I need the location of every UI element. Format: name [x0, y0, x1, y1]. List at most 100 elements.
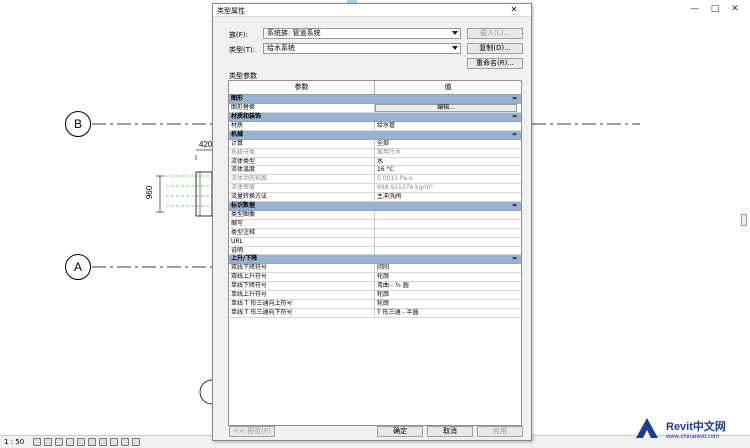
category-header[interactable]: 上升/下降 ≈: [229, 255, 521, 265]
category-header[interactable]: 机械 ≈: [229, 130, 521, 140]
parameter-value[interactable]: T 形三通 - 半圆: [375, 309, 521, 317]
parameter-name: 双线上升符号: [229, 273, 375, 282]
dialog-title-bar[interactable]: 类型属性 ✕: [213, 4, 531, 17]
analytical-model-icon[interactable]: [121, 438, 130, 446]
parameter-row[interactable]: 双线下降符号 阴阳: [229, 264, 521, 274]
parameter-row[interactable]: 单线 T 形三通向上符号 轮廓: [229, 300, 521, 309]
collapse-icon[interactable]: ≈: [512, 95, 517, 102]
collapse-icon[interactable]: ≈: [512, 255, 517, 262]
parameter-row[interactable]: 单线上升符号 轮廓: [229, 291, 521, 301]
detail-level-icon[interactable]: [33, 438, 42, 446]
parameter-value-text: 998.911376 kg/m³: [377, 184, 433, 192]
parameter-name: 流体类型: [229, 157, 375, 166]
parameter-value[interactable]: [375, 229, 521, 237]
minimize-button[interactable]: —: [688, 4, 702, 14]
apply-button[interactable]: 应用: [477, 426, 523, 437]
parameter-value-text: T 形三通 - 半圆: [377, 308, 419, 316]
parameter-value[interactable]: 轮廓: [375, 300, 521, 308]
load-button[interactable]: 载入(L)...: [467, 28, 523, 39]
parameter-name: 单线 T 形三通向上符号: [229, 300, 375, 308]
parameter-value[interactable]: 轮廓: [375, 291, 521, 299]
column-header-value[interactable]: 值: [375, 81, 521, 94]
parameter-row[interactable]: 单线下降符号 弯曲 - ¾ 圆: [229, 282, 521, 292]
constraints-icon[interactable]: [132, 438, 141, 446]
parameter-row[interactable]: 流体温度 16 °C: [229, 166, 521, 176]
parameter-row[interactable]: 单线 T 形三通向下符号 T 形三通 - 半圆: [229, 308, 521, 318]
parameter-value[interactable]: 轮廓: [375, 273, 521, 281]
preview-button[interactable]: << 预览(P): [229, 426, 275, 437]
parameter-value-text: 0.0011 Pa-s: [377, 175, 413, 183]
category-header[interactable]: 图形 ≈: [229, 95, 521, 104]
parameter-value[interactable]: 给水管: [375, 122, 521, 130]
grid-bubble-a[interactable]: A: [65, 254, 91, 280]
parameter-row[interactable]: 流量转换方法 主冲洗阀: [229, 193, 521, 203]
parameter-row[interactable]: URL: [229, 237, 521, 247]
sun-path-icon[interactable]: [55, 438, 64, 446]
collapse-icon[interactable]: ≈: [512, 113, 517, 120]
visual-style-icon[interactable]: [44, 438, 53, 446]
parameter-name: 双线下降符号: [229, 264, 375, 273]
parameter-row[interactable]: 缩写: [229, 219, 521, 229]
reveal-hidden-icon[interactable]: [110, 438, 119, 446]
parameter-value[interactable]: 弯曲 - ¾ 圆: [375, 282, 521, 290]
shadows-icon[interactable]: [66, 438, 75, 446]
parameter-value[interactable]: 0.0011 Pa-s: [375, 175, 521, 183]
vertical-scrollbar[interactable]: [740, 12, 748, 432]
crop-view-icon[interactable]: [77, 438, 86, 446]
parameter-value[interactable]: 阴阳: [375, 264, 521, 272]
parameter-row[interactable]: 材质 给水管: [229, 121, 521, 131]
parameter-value[interactable]: 编辑...: [375, 104, 521, 112]
parameter-row[interactable]: 系统分类 家用冷水: [229, 148, 521, 158]
category-header[interactable]: 标识数据 ≈: [229, 202, 521, 212]
family-select[interactable]: 系统族: 管道系统: [263, 28, 461, 39]
maximize-button[interactable]: □: [708, 4, 722, 14]
parameter-value[interactable]: [375, 238, 521, 246]
grid-body: 图形 ≈ 图形替换 编辑... 材质和装饰 ≈ 材质 给水管 机械 ≈ 计算 全部 系统分类 家用冷水 流体…: [229, 95, 521, 318]
parameter-value-text: 水: [377, 157, 384, 165]
parameter-row[interactable]: 计算 全部: [229, 139, 521, 149]
scroll-thumb[interactable]: [741, 214, 747, 226]
duplicate-button[interactable]: 复制(D)...: [467, 43, 523, 54]
revit-logo-icon: [632, 414, 662, 444]
rename-button[interactable]: 重命名(R)...: [467, 58, 523, 69]
parameter-row[interactable]: 类型注释: [229, 228, 521, 238]
parameter-value[interactable]: 主冲洗阀: [375, 193, 521, 201]
parameter-value-text: 轮廓: [377, 291, 390, 299]
parameter-value[interactable]: 全部: [375, 140, 521, 148]
parameter-row[interactable]: 流体密度 998.911376 kg/m³: [229, 184, 521, 194]
parameter-row[interactable]: 流体动态粘度 0.0011 Pa-s: [229, 175, 521, 185]
parameter-name: 说明: [229, 246, 375, 255]
collapse-icon[interactable]: ≈: [512, 131, 517, 138]
edit-button[interactable]: 编辑...: [375, 104, 517, 112]
category-name: 机械: [231, 130, 244, 138]
category-header[interactable]: 材质和装饰 ≈: [229, 112, 521, 122]
parameter-value[interactable]: 16 °C: [375, 166, 521, 174]
parameter-value[interactable]: 水: [375, 158, 521, 166]
show-crop-icon[interactable]: [88, 438, 97, 446]
parameter-row[interactable]: 类型图像: [229, 211, 521, 220]
view-scale[interactable]: 1 : 50: [4, 438, 24, 446]
parameter-value[interactable]: 998.911376 kg/m³: [375, 184, 521, 192]
parameter-value[interactable]: [375, 211, 521, 219]
type-select[interactable]: 给水系统: [263, 43, 461, 54]
ok-button[interactable]: 确定: [377, 426, 423, 437]
temporary-hide-icon[interactable]: [99, 438, 108, 446]
parameter-row[interactable]: 图形替换 编辑...: [229, 104, 521, 113]
parameter-value-text: 轮廓: [377, 300, 390, 308]
parameter-value[interactable]: [375, 220, 521, 228]
column-header-parameter[interactable]: 参数: [229, 81, 375, 94]
collapse-icon[interactable]: ≈: [512, 202, 517, 209]
chevron-down-icon: [452, 31, 458, 35]
grid-bubble-b[interactable]: B: [65, 111, 91, 137]
family-value: 系统族: 管道系统: [267, 29, 321, 37]
type-parameters-grid: 参数 值 图形 ≈ 图形替换 编辑... 材质和装饰 ≈ 材质 给水管 机械 ≈ 计算 全部 系统分类家…: [228, 80, 522, 426]
cancel-button[interactable]: 取消: [427, 426, 473, 437]
parameter-row[interactable]: 双线上升符号 轮廓: [229, 273, 521, 283]
parameter-name: 流体温度: [229, 166, 375, 175]
window-controls: — □ ✕: [688, 4, 742, 14]
parameter-row[interactable]: 说明: [229, 246, 521, 256]
dialog-close-button[interactable]: ✕: [501, 5, 527, 15]
parameter-value[interactable]: 家用冷水: [375, 149, 521, 157]
parameter-row[interactable]: 流体类型水: [229, 157, 521, 167]
parameter-value[interactable]: [375, 247, 521, 255]
